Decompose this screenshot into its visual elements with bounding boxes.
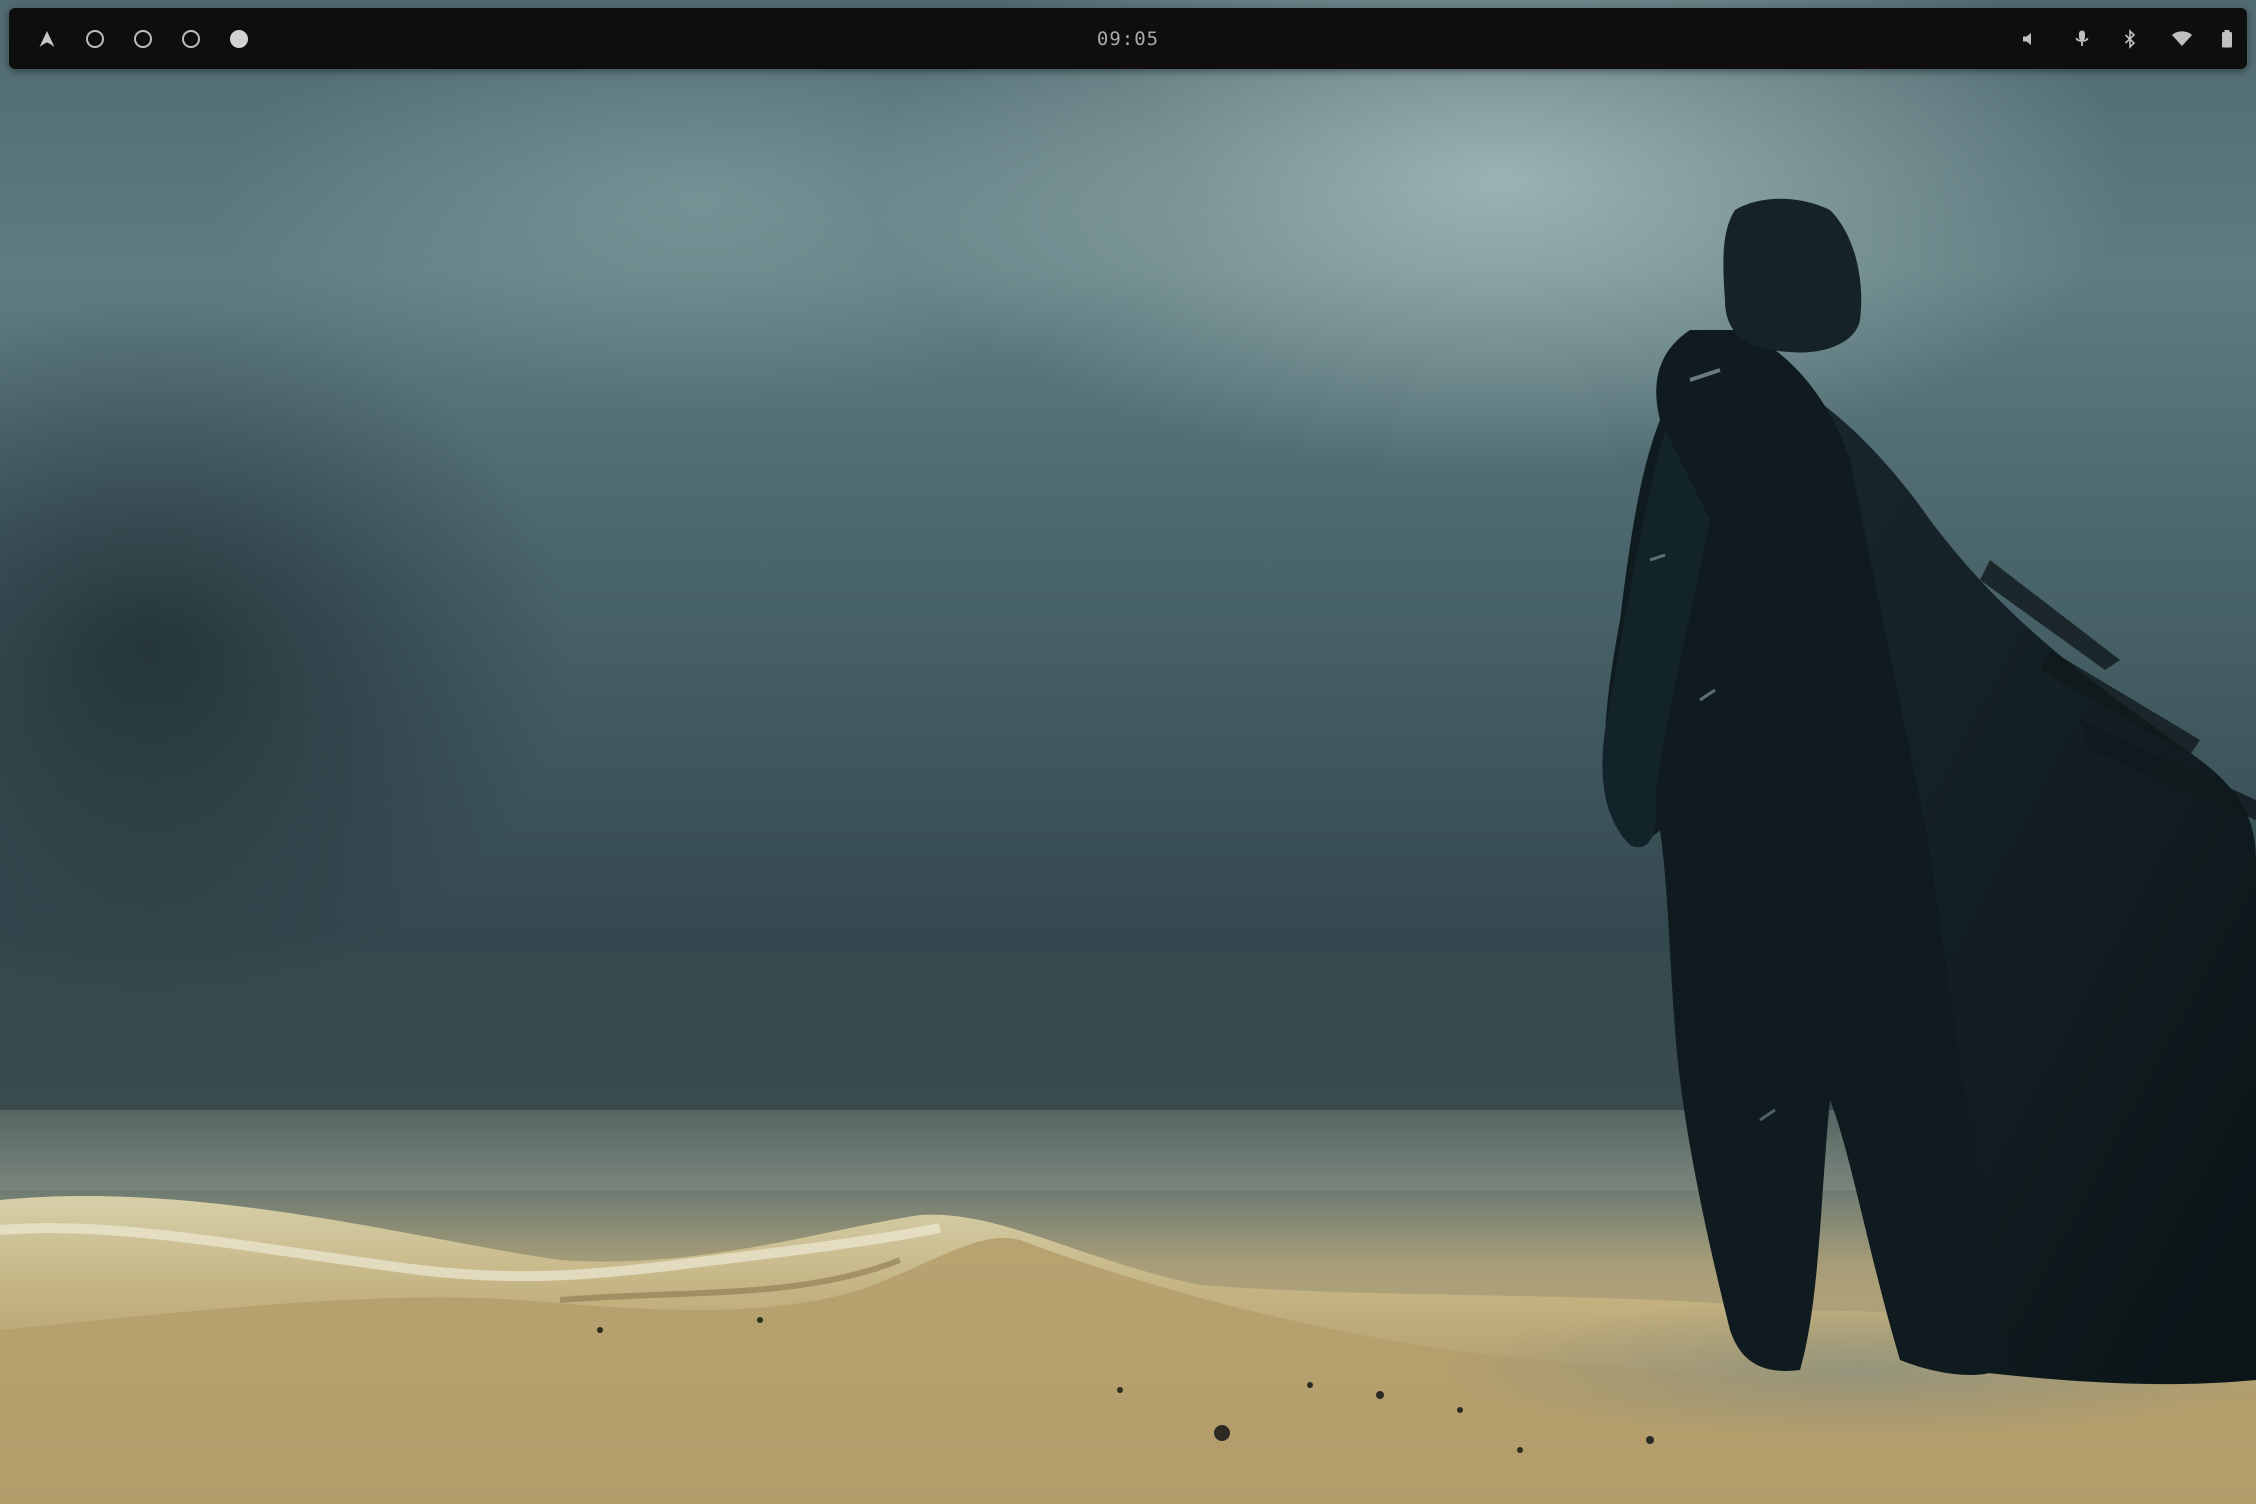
workspace-1-indicator[interactable] — [75, 8, 115, 69]
clock[interactable]: 09:05 — [1097, 8, 1159, 69]
workspace-4-indicator[interactable] — [219, 8, 259, 69]
volume-icon[interactable] — [2009, 8, 2049, 69]
battery-icon[interactable] — [2207, 8, 2247, 69]
workspace-3-indicator[interactable] — [171, 8, 211, 69]
workspace-3-dot — [182, 29, 200, 48]
desktop-wallpaper — [0, 0, 2256, 1504]
workspace-2-dot — [134, 29, 152, 48]
wallpaper-art — [0, 198, 2256, 1504]
wifi-icon[interactable] — [2162, 8, 2202, 69]
microphone-icon[interactable] — [2062, 8, 2102, 69]
bluetooth-icon[interactable] — [2110, 8, 2150, 69]
workspace-2-indicator[interactable] — [123, 8, 163, 69]
top-panel: 09:05 — [9, 8, 2247, 69]
arch-logo-icon[interactable] — [27, 8, 67, 69]
workspace-4-dot — [230, 29, 248, 48]
workspace-1-dot — [86, 29, 104, 48]
cloaked-figure — [1602, 198, 2256, 1385]
